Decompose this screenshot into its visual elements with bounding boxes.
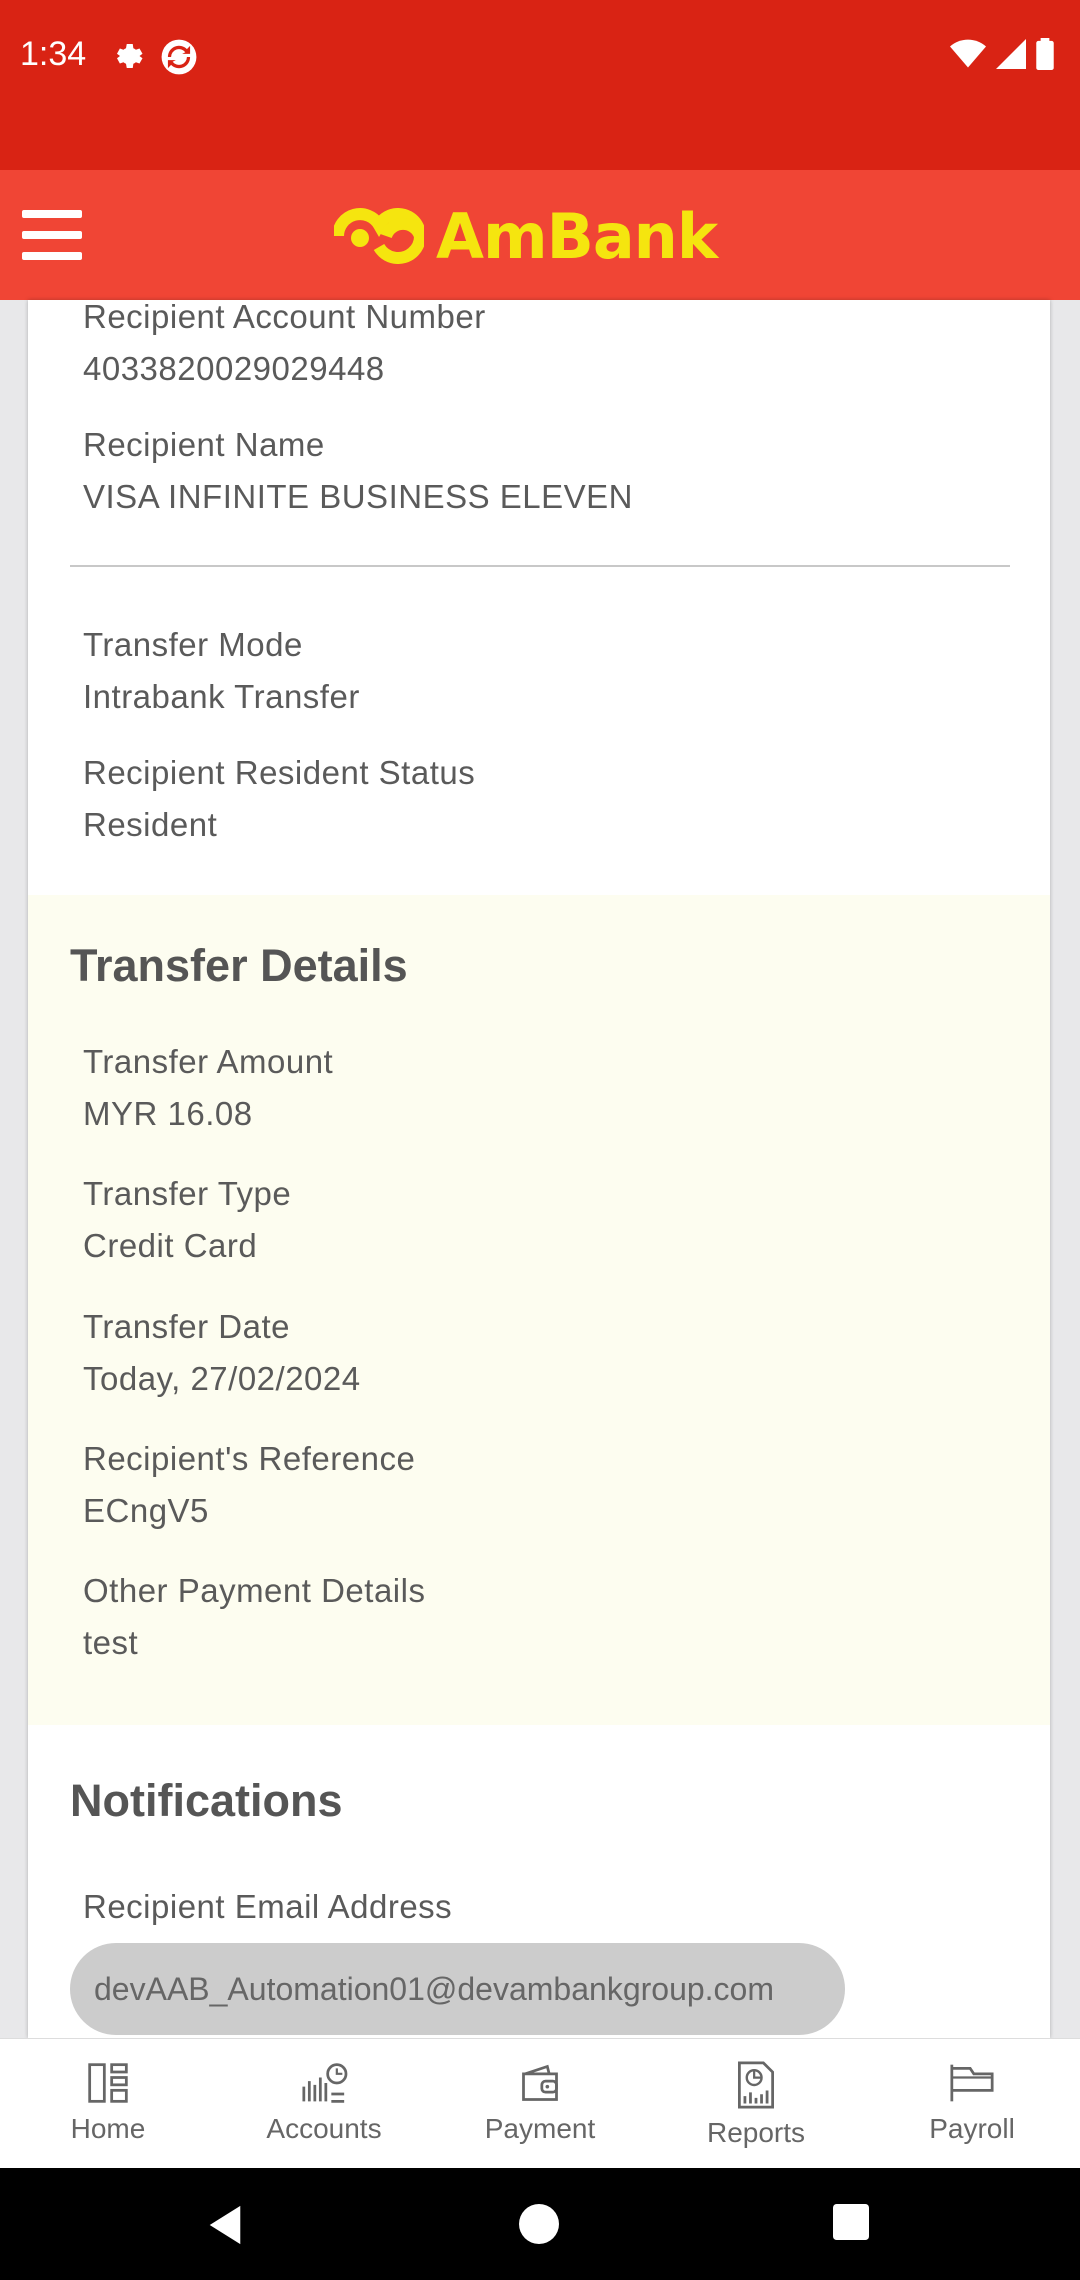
battery-icon xyxy=(1036,38,1054,75)
ambank-logo-icon xyxy=(334,208,424,264)
transfer-mode-value: Intrabank Transfer xyxy=(83,678,360,715)
transfer-type-label: Transfer Type xyxy=(83,1175,292,1212)
status-bar: 1:34 xyxy=(0,0,1080,170)
recipient-reference-value: ECngV5 xyxy=(83,1492,209,1529)
app-header: AmBank xyxy=(0,170,1080,300)
transfer-details-section: Transfer Details Transfer Amount MYR 16.… xyxy=(28,895,1050,1725)
home-button-icon[interactable] xyxy=(519,2204,559,2244)
transfer-amount-value: MYR 16.08 xyxy=(83,1095,253,1132)
transfer-mode-label: Transfer Mode xyxy=(83,626,303,663)
recents-icon[interactable] xyxy=(833,2204,869,2240)
review-content: Recipient Account Number 403382002902944… xyxy=(28,300,1050,2038)
tab-payroll-label: Payroll xyxy=(929,2113,1015,2144)
payroll-icon xyxy=(950,2064,994,2102)
bottom-tab-bar: Home Accounts Payment Reports Payroll xyxy=(0,2038,1080,2169)
recipient-email-field: Recipient Email Address xyxy=(83,1885,452,1929)
tab-reports[interactable]: Reports xyxy=(648,2039,864,2169)
tab-accounts[interactable]: Accounts xyxy=(216,2039,432,2169)
transfer-type-field: Transfer Type Credit Card xyxy=(83,1172,291,1268)
recipient-account-field: Recipient Account Number 403382002902944… xyxy=(83,300,486,391)
settings-icon xyxy=(108,38,144,81)
other-payment-details-label: Other Payment Details xyxy=(83,1572,426,1609)
home-icon xyxy=(88,2063,128,2103)
resident-status-label: Recipient Resident Status xyxy=(83,754,476,791)
sync-icon xyxy=(160,38,198,81)
resident-status-value: Resident xyxy=(83,806,218,843)
system-nav-bar xyxy=(0,2168,1080,2280)
recipient-account-label: Recipient Account Number xyxy=(83,300,486,335)
reports-icon xyxy=(738,2061,774,2109)
recipient-name-value: VISA INFINITE BUSINESS ELEVEN xyxy=(83,478,633,515)
brand-name: AmBank xyxy=(436,199,718,273)
transfer-details-title: Transfer Details xyxy=(70,940,408,991)
recipient-email-input[interactable]: devAAB_Automation01@devambankgroup.com xyxy=(70,1943,845,2035)
back-icon[interactable] xyxy=(205,2204,245,2246)
transfer-date-field: Transfer Date Today, 27/02/2024 xyxy=(83,1305,361,1401)
accounts-icon xyxy=(302,2063,348,2103)
wallet-icon xyxy=(522,2064,558,2101)
tab-home[interactable]: Home xyxy=(0,2039,216,2169)
brand-logo: AmBank xyxy=(334,199,718,273)
tab-home-label: Home xyxy=(70,2113,146,2144)
transfer-amount-label: Transfer Amount xyxy=(83,1043,334,1080)
recipient-account-value: 4033820029029448 xyxy=(83,350,385,387)
other-payment-details-value: test xyxy=(83,1624,139,1661)
tab-payroll[interactable]: Payroll xyxy=(864,2039,1080,2169)
transfer-date-label: Transfer Date xyxy=(83,1308,291,1345)
tab-reports-label: Reports xyxy=(706,2117,806,2148)
recipient-email-label: Recipient Email Address xyxy=(83,1888,453,1925)
transfer-amount-field: Transfer Amount MYR 16.08 xyxy=(83,1040,333,1136)
transfer-mode-field: Transfer Mode Intrabank Transfer xyxy=(83,623,360,719)
tab-accounts-label: Accounts xyxy=(266,2113,382,2144)
transfer-type-value: Credit Card xyxy=(83,1227,258,1264)
wifi-icon xyxy=(950,39,986,74)
notifications-title: Notifications xyxy=(70,1775,343,1826)
resident-status-field: Recipient Resident Status Resident xyxy=(83,751,475,847)
recipient-reference-field: Recipient's Reference ECngV5 xyxy=(83,1437,415,1533)
tab-payment[interactable]: Payment xyxy=(432,2039,648,2169)
transfer-date-value: Today, 27/02/2024 xyxy=(83,1360,361,1397)
recipient-reference-label: Recipient's Reference xyxy=(83,1440,416,1477)
recipient-name-field: Recipient Name VISA INFINITE BUSINESS EL… xyxy=(83,423,633,519)
other-payment-details-field: Other Payment Details test xyxy=(83,1569,425,1665)
divider xyxy=(70,565,1010,567)
tab-payment-label: Payment xyxy=(484,2113,596,2144)
signal-icon xyxy=(996,39,1026,74)
recipient-name-label: Recipient Name xyxy=(83,426,325,463)
menu-icon[interactable] xyxy=(22,210,82,260)
status-time: 1:34 xyxy=(20,35,87,73)
